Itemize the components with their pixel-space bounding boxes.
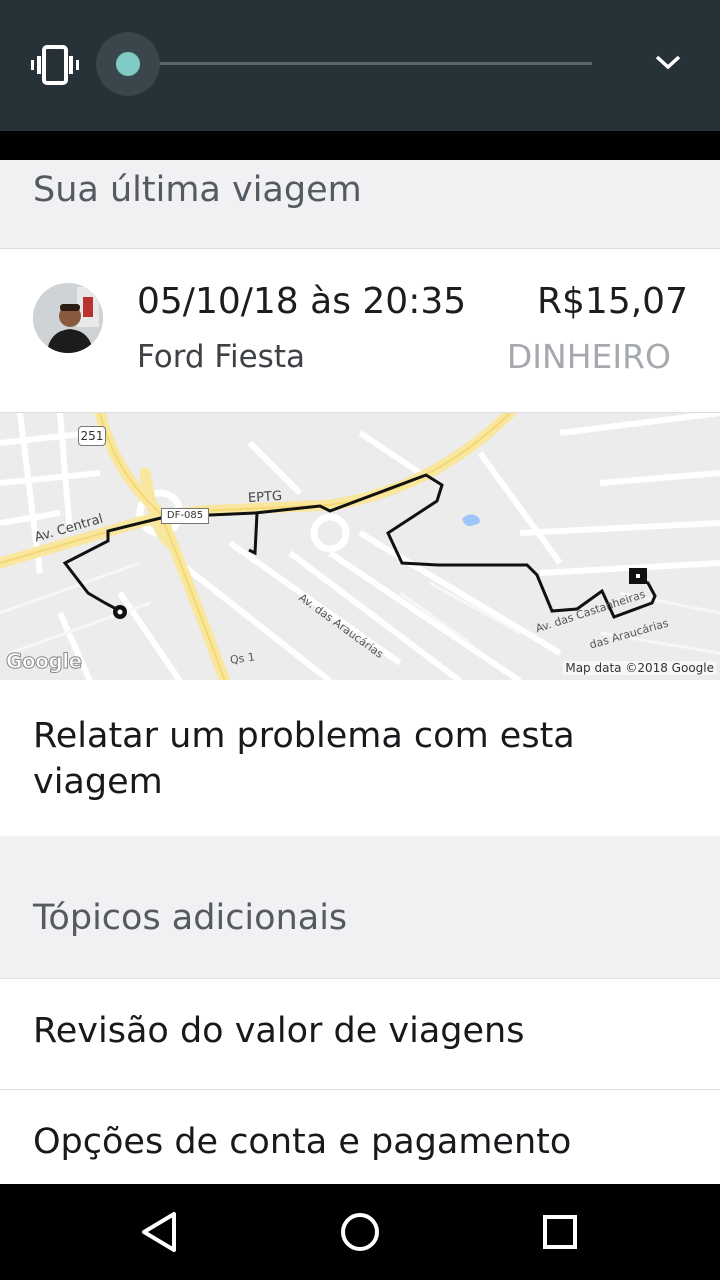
report-problem-item[interactable]: Relatar um problema com esta viagem xyxy=(0,680,720,836)
navigation-bar xyxy=(0,1184,720,1280)
map-label-df085: DF-085 xyxy=(161,508,209,524)
map-label-251: 251 xyxy=(78,426,106,446)
trip-route-map[interactable]: 251 DF-085 EPTG Av. Central Av. das Arau… xyxy=(0,412,720,682)
report-problem-label: Relatar um problema com esta viagem xyxy=(33,716,575,802)
trip-date-time: 05/10/18 às 20:35 xyxy=(137,281,467,322)
status-strip xyxy=(0,131,720,160)
chevron-down-icon[interactable] xyxy=(652,50,684,74)
topic-item-account-payment[interactable]: Opções de conta e pagamento xyxy=(0,1090,720,1184)
last-trip-header: Sua última viagem xyxy=(0,160,720,248)
trip-payment-method: DINHEIRO xyxy=(506,337,671,376)
trip-price: R$15,07 xyxy=(537,281,688,322)
back-icon[interactable] xyxy=(136,1208,184,1256)
volume-slider-thumb[interactable] xyxy=(116,52,140,76)
home-icon[interactable] xyxy=(336,1208,384,1256)
trip-vehicle: Ford Fiesta xyxy=(137,339,305,375)
driver-avatar xyxy=(33,283,103,353)
topic-item-label: Opções de conta e pagamento xyxy=(33,1122,572,1162)
additional-topics-title: Tópicos adicionais xyxy=(33,898,348,938)
google-logo: Google xyxy=(6,649,83,674)
last-trip-card[interactable]: 05/10/18 às 20:35 R$15,07 Ford Fiesta DI… xyxy=(0,248,720,413)
additional-topics-header: Tópicos adicionais xyxy=(0,836,720,978)
map-attribution: Map data ©2018 Google xyxy=(563,661,716,675)
recents-icon[interactable] xyxy=(536,1208,584,1256)
volume-slider-track[interactable] xyxy=(128,62,592,65)
topic-item-label: Revisão do valor de viagens xyxy=(33,1011,525,1051)
vibrate-icon[interactable] xyxy=(30,45,82,85)
volume-panel xyxy=(0,0,720,131)
last-trip-title: Sua última viagem xyxy=(33,170,362,210)
map-label-eptg: EPTG xyxy=(247,488,283,507)
topic-item-fare-review[interactable]: Revisão do valor de viagens xyxy=(0,979,720,1089)
